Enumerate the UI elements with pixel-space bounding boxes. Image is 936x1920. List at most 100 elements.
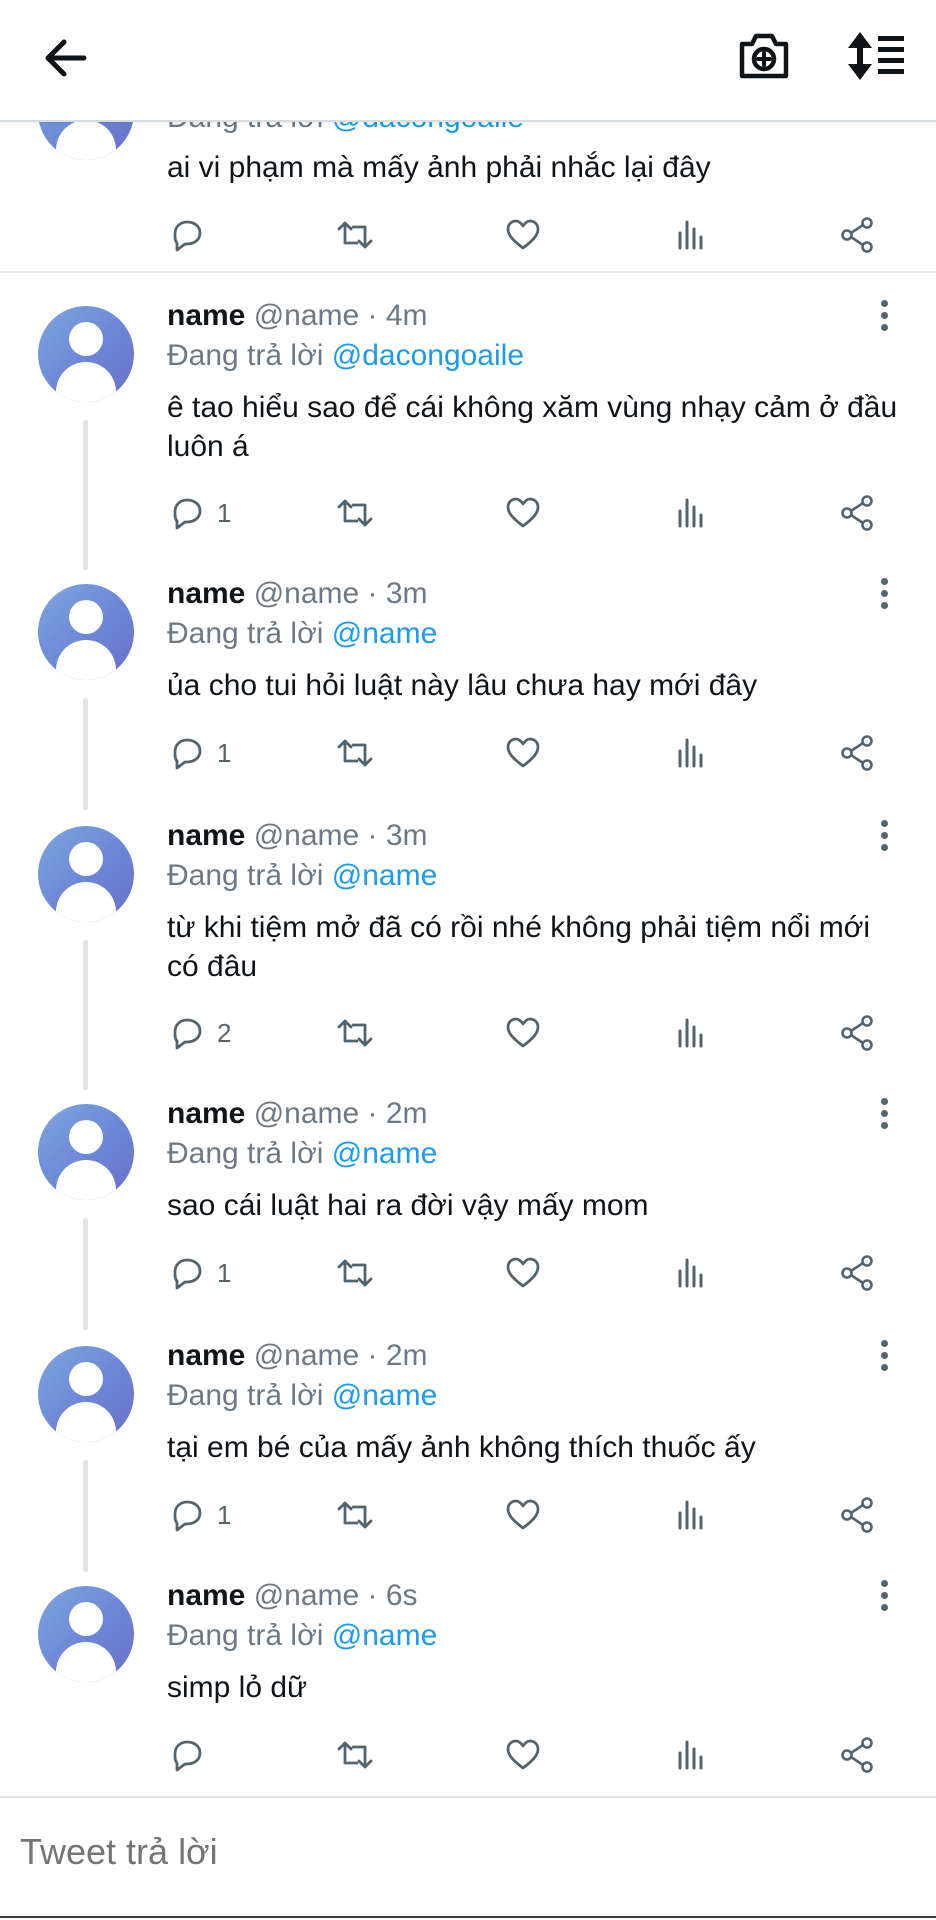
avatar[interactable] (38, 584, 134, 680)
divider (0, 271, 936, 273)
mention-link[interactable]: @name (332, 1379, 438, 1412)
views-icon (671, 1253, 711, 1293)
like-button[interactable] (503, 210, 543, 260)
avatar[interactable] (38, 306, 134, 402)
like-button[interactable] (503, 728, 543, 778)
share-button[interactable] (838, 1730, 878, 1780)
handle-time: @name · 4m (253, 299, 428, 332)
heart-icon (503, 1735, 543, 1775)
mention-link[interactable]: @dacongoaile (332, 339, 524, 372)
share-button[interactable] (838, 488, 878, 538)
views-button[interactable] (671, 488, 711, 538)
display-name[interactable]: name (167, 299, 245, 332)
camera-plus-icon[interactable] (736, 28, 792, 84)
handle-time: @name · 6s (253, 1579, 418, 1612)
replying-to-label: Đang trả lời (167, 1137, 324, 1170)
views-button[interactable] (671, 210, 711, 260)
handle-time: @name · 2m (253, 1097, 428, 1130)
like-button[interactable] (503, 488, 543, 538)
share-button[interactable] (838, 1490, 878, 1540)
heart-icon (503, 733, 543, 773)
heart-icon (503, 1013, 543, 1053)
reply-button[interactable]: 1 (167, 728, 231, 778)
reply-count: 1 (217, 497, 232, 528)
more-options-icon[interactable] (870, 1094, 900, 1134)
views-icon (671, 215, 711, 255)
more-options-icon[interactable] (870, 1576, 900, 1616)
like-button[interactable] (503, 1490, 543, 1540)
display-name[interactable]: name (167, 1097, 245, 1130)
retweet-button[interactable] (335, 1490, 375, 1540)
mention-link[interactable]: @name (332, 859, 438, 892)
avatar[interactable] (38, 826, 134, 922)
tweet-text: ủa cho tui hỏi luật này lâu chưa hay mới… (167, 669, 758, 702)
tweet-header: name @name · 2m (167, 1096, 428, 1132)
more-options-icon[interactable] (870, 296, 900, 336)
reply-button[interactable]: 1 (167, 1490, 231, 1540)
reply-icon (167, 733, 207, 773)
handle-time: @name · 2m (253, 1339, 428, 1372)
share-button[interactable] (838, 1008, 878, 1058)
share-icon (838, 733, 878, 773)
reply-button[interactable] (167, 1730, 207, 1780)
tweet-text: ê tao hiểu sao để cái không xăm vùng nhạ… (167, 391, 898, 463)
retweet-button[interactable] (335, 488, 375, 538)
tweet-header: name @name · 4m (167, 298, 428, 334)
reply-button[interactable] (167, 210, 207, 260)
views-button[interactable] (671, 728, 711, 778)
like-button[interactable] (503, 1730, 543, 1780)
like-button[interactable] (503, 1248, 543, 1298)
reply-count: 1 (217, 1257, 232, 1288)
share-icon (838, 215, 878, 255)
tweet-actions: 2 (0, 1008, 936, 1058)
avatar[interactable] (38, 1586, 134, 1682)
more-options-icon[interactable] (870, 816, 900, 856)
like-button[interactable] (503, 1008, 543, 1058)
heart-icon (503, 1253, 543, 1293)
reply-input[interactable] (20, 1826, 900, 1878)
tweet-text: từ khi tiệm mở đã có rồi nhé không phải … (167, 911, 871, 983)
reply-button[interactable]: 2 (167, 1008, 231, 1058)
retweet-button[interactable] (335, 1248, 375, 1298)
share-button[interactable] (838, 210, 878, 260)
share-button[interactable] (838, 1248, 878, 1298)
display-name[interactable]: name (167, 819, 245, 852)
replying-to-label: Đang trả lời (167, 859, 324, 892)
reply-composer (0, 1796, 936, 1920)
sort-list-icon[interactable] (846, 28, 906, 84)
replying-to: Đang trả lời @name (167, 858, 437, 894)
display-name[interactable]: name (167, 1579, 245, 1612)
views-button[interactable] (671, 1490, 711, 1540)
display-name[interactable]: name (167, 1339, 245, 1372)
reply-button[interactable]: 1 (167, 488, 231, 538)
avatar[interactable] (38, 1346, 134, 1442)
more-options-icon[interactable] (870, 574, 900, 614)
retweet-button[interactable] (335, 1008, 375, 1058)
reply-button[interactable]: 1 (167, 1248, 231, 1298)
views-button[interactable] (671, 1730, 711, 1780)
retweet-button[interactable] (335, 210, 375, 260)
retweet-button[interactable] (335, 728, 375, 778)
retweet-icon (335, 1253, 375, 1293)
reply-icon (167, 215, 207, 255)
replying-to-label: Đang trả lời (167, 617, 324, 650)
tweet-actions: 1 (0, 1490, 936, 1540)
arrow-left-icon[interactable] (38, 30, 94, 86)
views-button[interactable] (671, 1248, 711, 1298)
more-options-icon[interactable] (870, 1336, 900, 1376)
display-name[interactable]: name (167, 577, 245, 610)
tweet-actions (0, 210, 936, 260)
share-icon (838, 1735, 878, 1775)
share-button[interactable] (838, 728, 878, 778)
tweet-actions: 1 (0, 1248, 936, 1298)
reply-icon (167, 1495, 207, 1535)
views-button[interactable] (671, 1008, 711, 1058)
composer-underline (0, 1916, 936, 1918)
retweet-icon (335, 493, 375, 533)
retweet-button[interactable] (335, 1730, 375, 1780)
heart-icon (503, 215, 543, 255)
avatar[interactable] (38, 1104, 134, 1200)
mention-link[interactable]: @name (332, 1619, 438, 1652)
mention-link[interactable]: @name (332, 1137, 438, 1170)
mention-link[interactable]: @name (332, 617, 438, 650)
